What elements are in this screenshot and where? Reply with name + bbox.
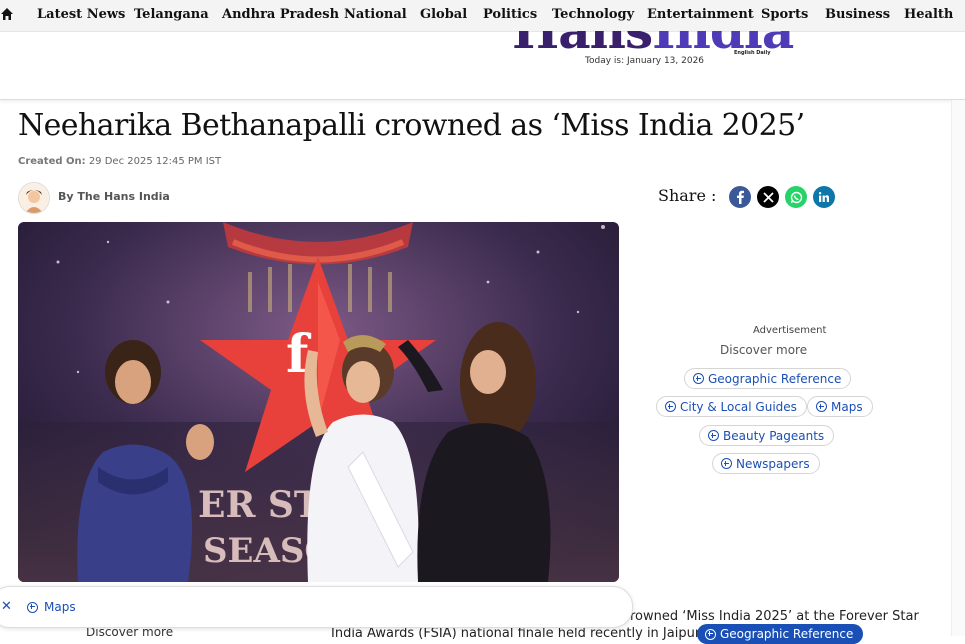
plus-circle-icon <box>708 430 719 441</box>
chip-label: Newspapers <box>736 456 810 471</box>
created-value: 29 Dec 2025 12:45 PM IST <box>88 156 222 167</box>
nav-global[interactable]: Global <box>420 7 467 22</box>
advertisement-label: Advertisement <box>753 325 827 336</box>
nav-national[interactable]: National <box>344 7 407 22</box>
masthead: HansIndia English Daily Today is: Januar… <box>0 31 965 100</box>
article-body-line: rowned ‘Miss India 2025’ at the Forever … <box>630 609 919 624</box>
chip-geographic-reference[interactable]: Geographic Reference <box>684 368 852 389</box>
chip-city-local-guides[interactable]: City & Local Guides <box>656 396 807 417</box>
linkedin-icon[interactable] <box>813 186 835 208</box>
chip-label: Geographic Reference <box>720 627 854 641</box>
article-title: Neeharika Bethanapalli crowned as ‘Miss … <box>18 108 805 143</box>
top-nav: Latest News Telangana Andhra Pradesh Nat… <box>0 0 965 32</box>
plus-circle-icon <box>816 401 827 412</box>
nav-sports[interactable]: Sports <box>761 7 808 22</box>
author-byline[interactable]: By The Hans India <box>58 190 170 203</box>
chip-maps[interactable]: Maps <box>807 396 873 417</box>
chip-label: Geographic Reference <box>708 371 842 386</box>
nav-technology[interactable]: Technology <box>552 7 634 22</box>
chip-newspapers[interactable]: Newspapers <box>712 453 820 474</box>
facebook-icon[interactable] <box>729 186 751 208</box>
chip-geographic-reference-highlight[interactable]: Geographic Reference <box>697 624 864 644</box>
nav-latest-news[interactable]: Latest News <box>37 7 125 22</box>
nav-andhra-pradesh[interactable]: Andhra Pradesh <box>222 7 339 22</box>
plus-circle-icon <box>705 628 716 640</box>
created-label: Created On: <box>18 156 86 167</box>
article-body-line: India Awards (FSIA) national finale held… <box>331 626 701 641</box>
chip-label: City & Local Guides <box>680 399 797 414</box>
chip-label: Maps <box>44 600 76 614</box>
plus-circle-icon <box>27 601 38 613</box>
today-date: Today is: January 13, 2026 <box>585 56 705 66</box>
chip-label: Maps <box>831 399 863 414</box>
chip-beauty-pageants[interactable]: Beauty Pageants <box>699 425 835 446</box>
discover-floating-bar: ✕ Maps <box>0 586 633 628</box>
nav-entertainment[interactable]: Entertainment <box>647 7 754 22</box>
share-label: Share : <box>658 186 717 205</box>
chip-label: Beauty Pageants <box>723 428 825 443</box>
article-hero-image: f ER ST SEASO <box>18 222 619 582</box>
nav-politics[interactable]: Politics <box>483 7 537 22</box>
home-icon[interactable] <box>0 7 14 21</box>
page-edge <box>951 100 965 636</box>
created-on: Created On: 29 Dec 2025 12:45 PM IST <box>18 156 221 167</box>
plus-circle-icon <box>721 458 732 469</box>
plus-circle-icon <box>665 401 676 412</box>
chip-maps-bottom[interactable]: Maps <box>27 600 76 614</box>
svg-text:ER ST: ER ST <box>198 484 321 526</box>
close-icon[interactable]: ✕ <box>1 599 12 614</box>
x-icon[interactable] <box>757 186 779 208</box>
logo-tagline: English Daily <box>734 50 771 56</box>
plus-circle-icon <box>693 373 704 384</box>
discover-more-heading: Discover more <box>720 343 808 357</box>
whatsapp-icon[interactable] <box>785 186 807 208</box>
nav-business[interactable]: Business <box>825 7 890 22</box>
nav-telangana[interactable]: Telangana <box>134 7 209 22</box>
nav-health[interactable]: Health <box>904 7 953 22</box>
author-avatar[interactable] <box>18 182 50 214</box>
